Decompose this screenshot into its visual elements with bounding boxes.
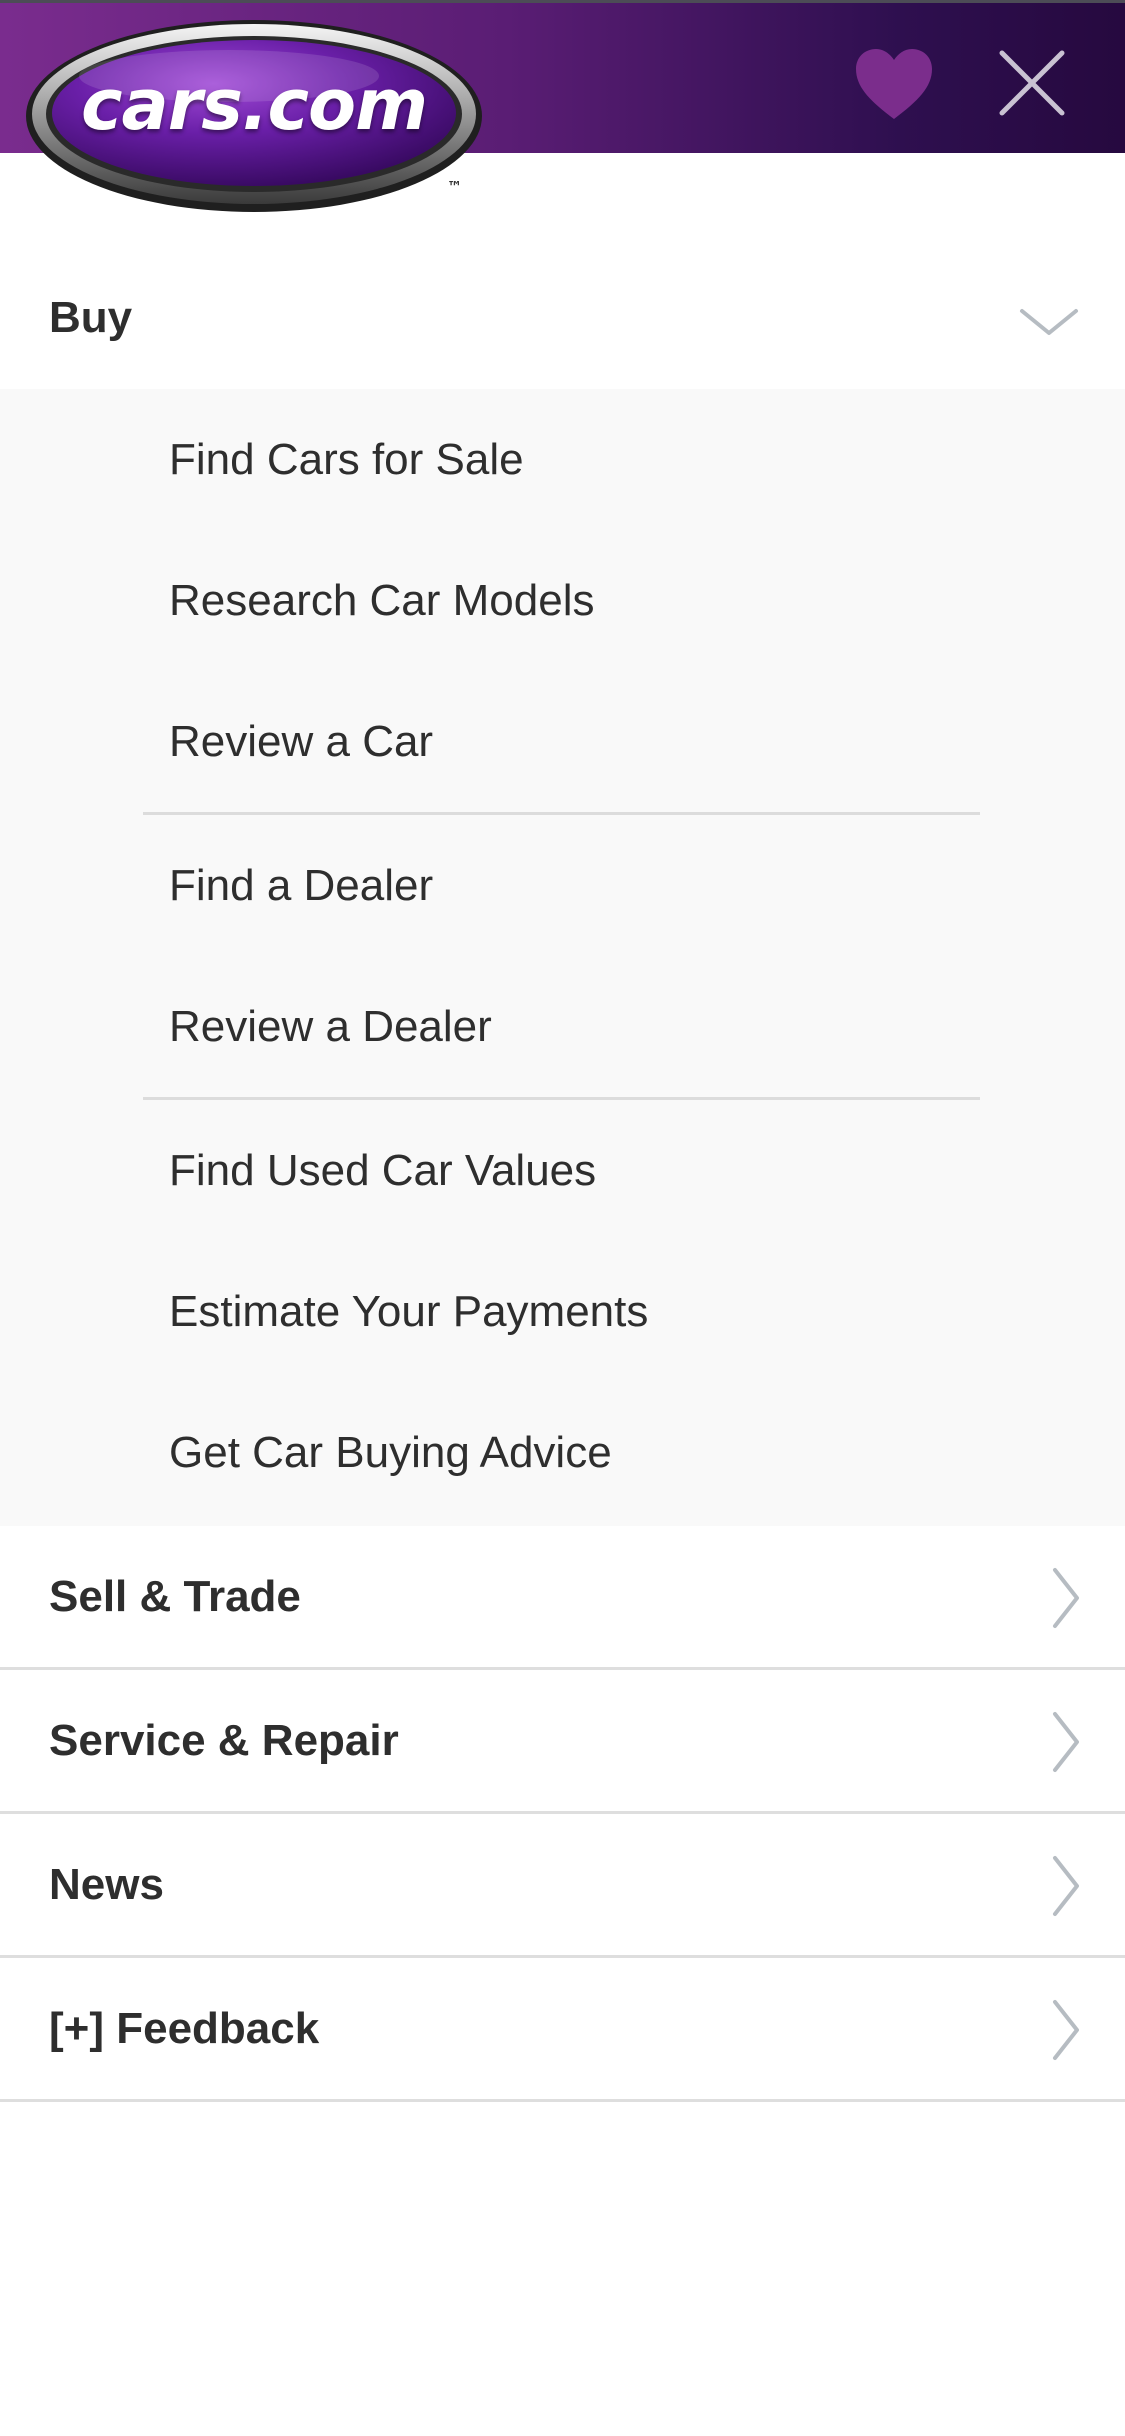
menu-item-sell-trade[interactable]: Sell & Trade: [0, 1526, 1125, 1670]
favorites-button[interactable]: [852, 45, 936, 125]
chevron-down-icon: [1020, 309, 1078, 335]
heart-icon: [856, 49, 932, 119]
submenu-item-get-car-buying-advice[interactable]: Get Car Buying Advice: [169, 1428, 612, 1478]
submenu-item-review-a-car[interactable]: Review a Car: [169, 717, 433, 767]
submenu-divider: [143, 1097, 980, 1100]
submenu-item-estimate-your-payments[interactable]: Estimate Your Payments: [169, 1287, 648, 1337]
menu-item-service-repair[interactable]: Service & Repair: [0, 1670, 1125, 1814]
buy-submenu: Find Cars for Sale Research Car Models R…: [0, 389, 1125, 1526]
menu-item-news[interactable]: News: [0, 1814, 1125, 1958]
chevron-right-icon: [1053, 1856, 1079, 1916]
chevron-right-icon: [1053, 1568, 1079, 1628]
logo-wordmark: cars.com: [80, 64, 428, 146]
submenu-item-find-used-car-values[interactable]: Find Used Car Values: [169, 1146, 596, 1196]
close-icon: [999, 50, 1065, 116]
menu-item-feedback[interactable]: [+] Feedback: [0, 1958, 1125, 2102]
close-button[interactable]: [992, 43, 1072, 123]
submenu-item-research-car-models[interactable]: Research Car Models: [169, 576, 595, 626]
submenu-divider: [143, 812, 980, 815]
menu-item-buy-label: Buy: [49, 293, 133, 342]
menu-item-service-repair-label: Service & Repair: [49, 1716, 399, 1765]
menu-item-feedback-label: [+] Feedback: [49, 2004, 320, 2053]
submenu-item-find-cars-for-sale[interactable]: Find Cars for Sale: [169, 435, 524, 485]
menu-item-buy[interactable]: Buy: [0, 253, 1125, 389]
chevron-right-icon: [1053, 2000, 1079, 2060]
navigation-menu-screen: cars.com ™ Buy Find Cars for Sale Resear…: [0, 0, 1125, 2436]
trademark-symbol: ™: [447, 178, 462, 196]
menu-item-sell-trade-label: Sell & Trade: [49, 1572, 301, 1621]
submenu-item-review-a-dealer[interactable]: Review a Dealer: [169, 1002, 492, 1052]
submenu-item-find-a-dealer[interactable]: Find a Dealer: [169, 861, 433, 911]
cars-com-logo[interactable]: cars.com: [24, 18, 484, 214]
chevron-right-icon: [1053, 1712, 1079, 1772]
menu-item-news-label: News: [49, 1860, 164, 1909]
